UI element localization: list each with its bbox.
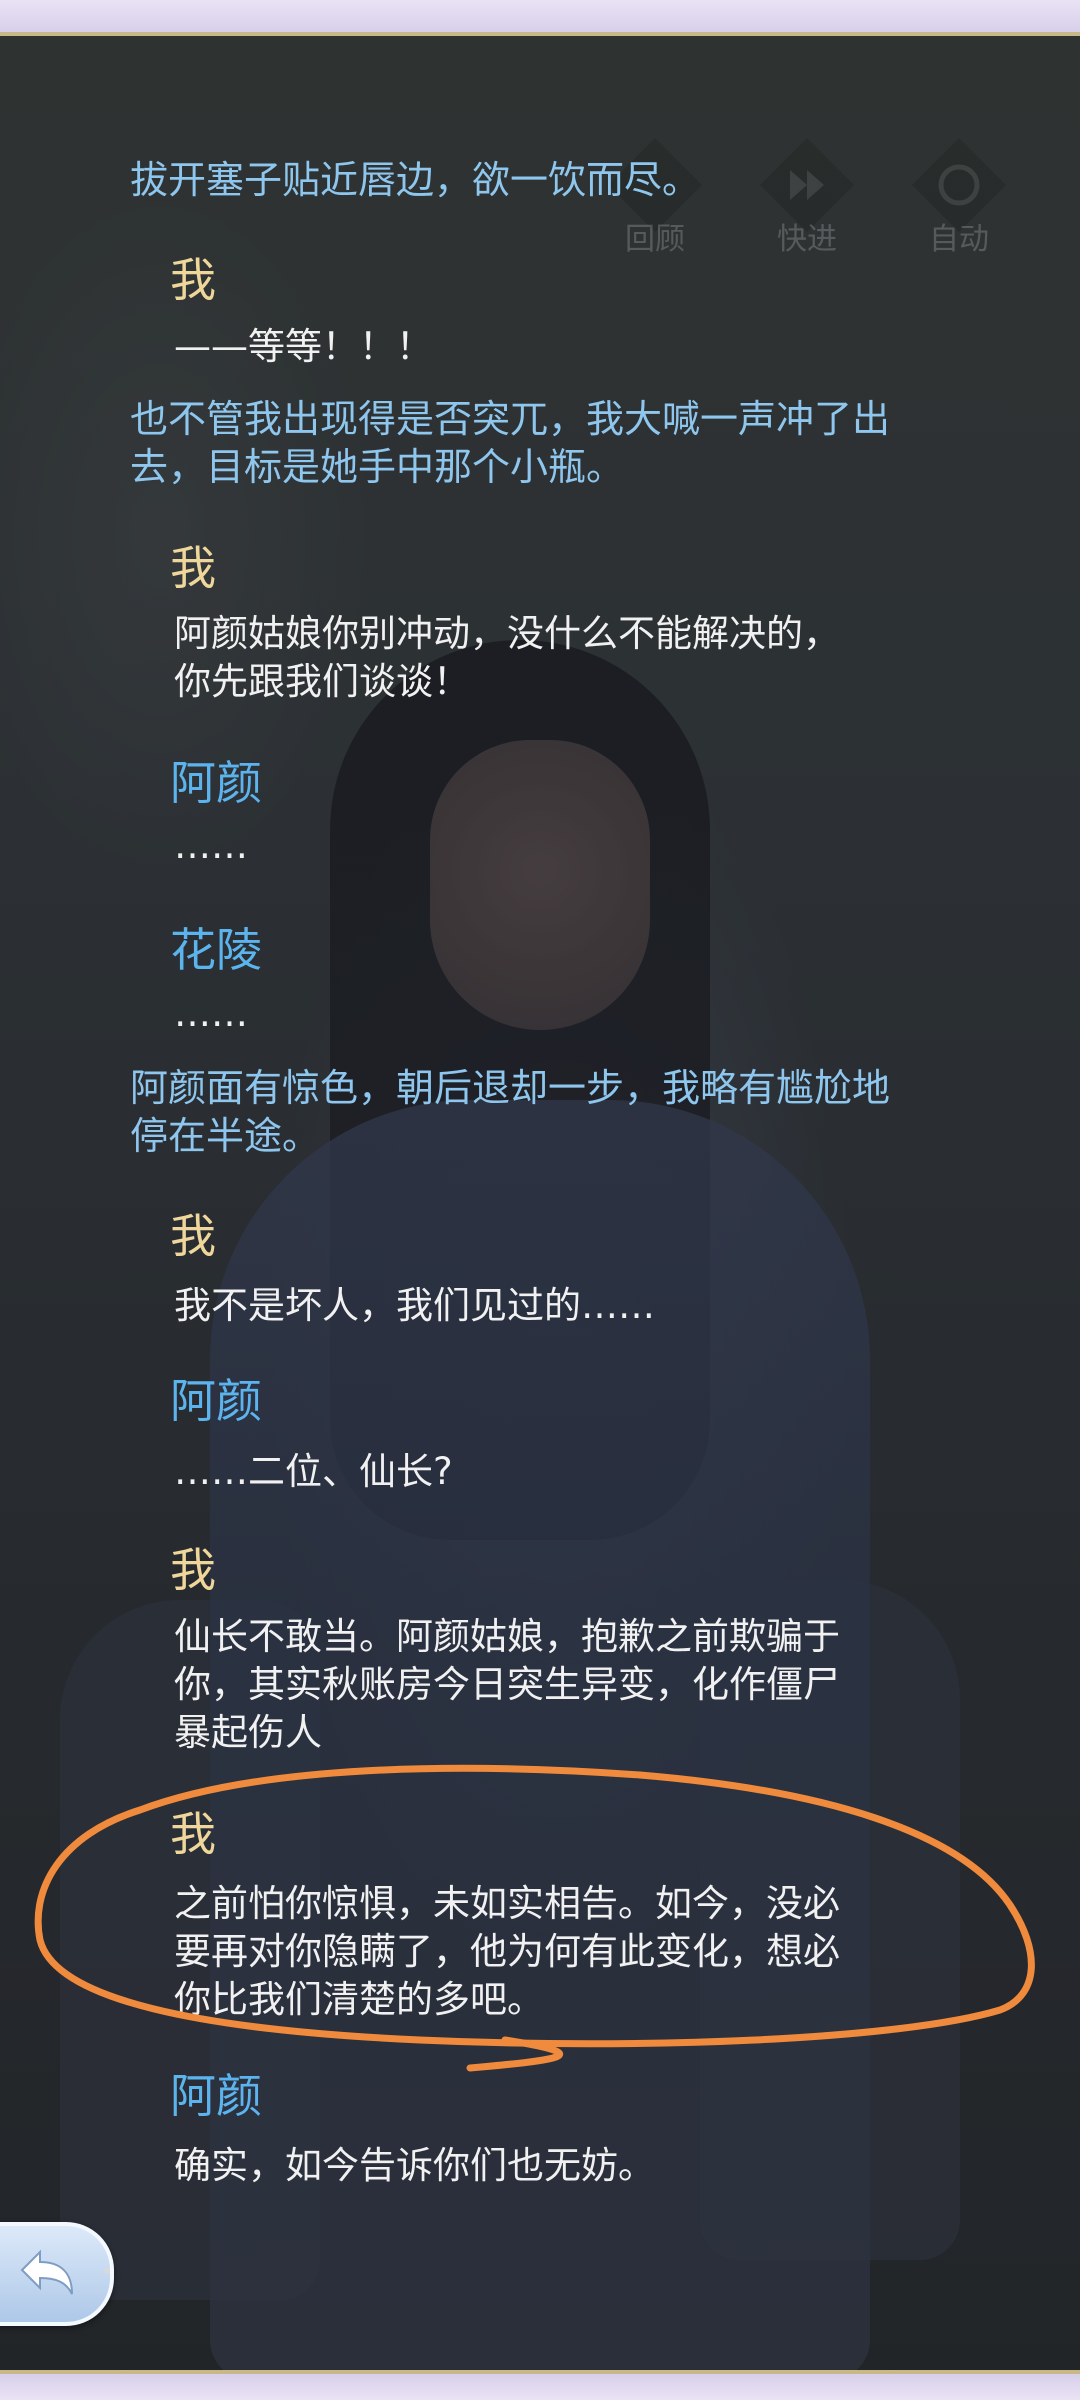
speaker-name: 阿颜 (170, 1374, 262, 1428)
dialogue-line: 确实，如今告诉你们也无妨。 (174, 2144, 655, 2187)
narration-line: 也不管我出现得是否突兀，我大喊一声冲了出 去，目标是她手中那个小瓶。 (130, 397, 891, 489)
speaker-name: 我 (170, 253, 216, 307)
dialogue-line: ——等等！！！ (174, 325, 433, 368)
return-arrow-icon (20, 2249, 73, 2295)
back-button-dot (104, 2268, 110, 2274)
dialogue-line: 阿颜姑娘你别冲动，没什么不能解决的， 你先跟我们谈谈！ (174, 612, 840, 703)
back-button[interactable] (0, 2222, 114, 2326)
speaker-name: 我 (170, 1209, 216, 1263)
narration-line: 阿颜面有惊色，朝后退却一步，我略有尴尬地 停在半途。 (130, 1066, 891, 1158)
speaker-name: 阿颜 (170, 756, 262, 810)
dialogue-line: ……二位、仙长? (174, 1450, 453, 1493)
speaker-name: 我 (170, 1807, 216, 1861)
dialogue-line: …… (174, 824, 248, 867)
speaker-name: 阿颜 (170, 2069, 262, 2123)
dialogue-line: …… (174, 992, 248, 1035)
speaker-name: 花陵 (170, 923, 262, 977)
speaker-name: 我 (170, 1543, 216, 1597)
speaker-name: 我 (170, 541, 216, 595)
dialogue-line: 仙长不敢当。阿颜姑娘，抱歉之前欺骗于 你，其实秋账房今日突生异变，化作僵尸 暴起… (174, 1615, 840, 1754)
narration-line: 拔开塞子贴近唇边，欲一饮而尽。 (130, 158, 701, 202)
bottom-frame (0, 2370, 1080, 2400)
dialogue-line: 之前怕你惊惧，未如实相告。如今，没必 要再对你隐瞒了，他为何有此变化，想必 你比… (174, 1882, 840, 2021)
dialogue-line: 我不是坏人，我们见过的…… (174, 1284, 655, 1327)
dialogue-log[interactable]: 拔开塞子贴近唇边，欲一饮而尽。 我 ——等等！！！ 也不管我出现得是否突兀，我大… (0, 0, 1080, 2400)
